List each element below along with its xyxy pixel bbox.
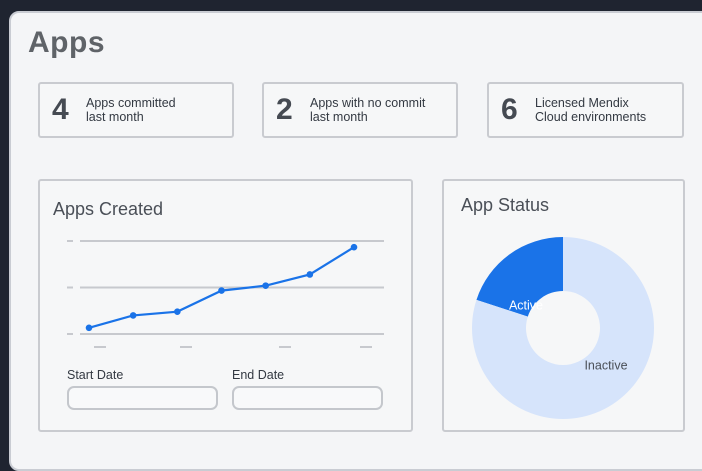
stat-label: Apps committed last month	[86, 96, 176, 124]
start-date-input[interactable]	[67, 386, 218, 410]
end-date-label: End Date	[232, 368, 285, 382]
data-point	[218, 287, 225, 294]
data-point	[262, 282, 269, 289]
stat-label: Licensed Mendix Cloud environments	[535, 96, 647, 124]
stat-value: 2	[276, 93, 293, 126]
data-point	[85, 324, 93, 332]
donut-label-inactive: Inactive	[584, 358, 627, 372]
stat-value: 4	[52, 93, 69, 126]
app-status-title: App Status	[461, 195, 550, 215]
data-point	[174, 308, 181, 315]
stat-label: Apps with no commit last month	[310, 96, 426, 124]
end-date-input[interactable]	[232, 386, 383, 410]
app-status-donut-chart: Active Inactive	[472, 237, 654, 419]
page-title: Apps	[28, 26, 105, 59]
app-status-card: App Status Active Inactive	[442, 179, 685, 432]
stat-card-committed: 4 Apps committed last month	[38, 82, 234, 138]
start-date-label: Start Date	[67, 368, 124, 382]
stat-card-no-commit: 2 Apps with no commit last month	[262, 82, 458, 138]
data-point	[129, 312, 137, 319]
apps-created-card: Apps Created Start Date End Date	[38, 179, 413, 432]
data-point	[306, 271, 314, 278]
stat-value: 6	[501, 93, 518, 126]
donut-label-active: Active	[509, 298, 543, 312]
stat-card-licensed: 6 Licensed Mendix Cloud environments	[487, 82, 684, 138]
apps-created-title: Apps Created	[53, 199, 164, 219]
data-point	[350, 243, 358, 251]
